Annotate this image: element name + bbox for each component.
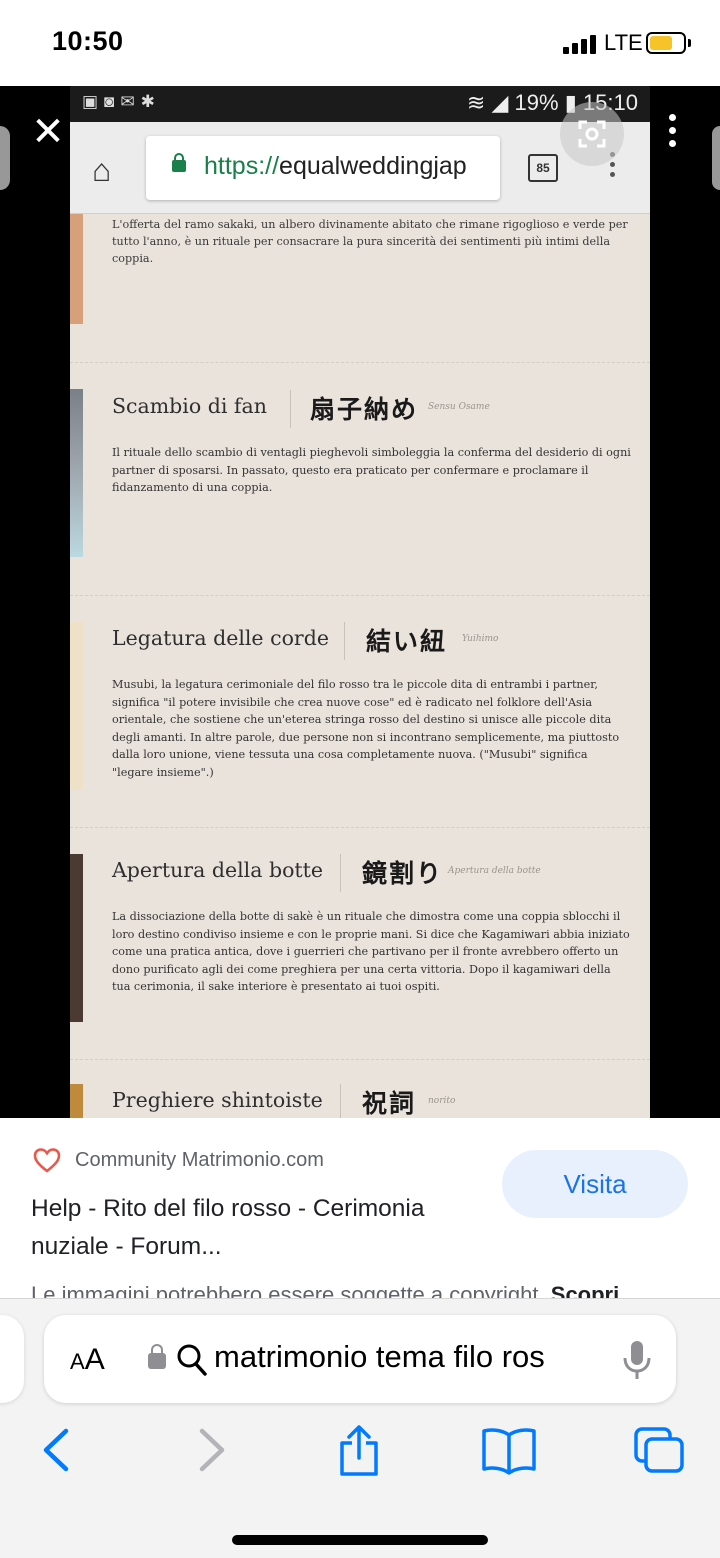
safari-toolbar: AA matrimonio tema filo ros [0,1298,720,1558]
result-card: Community Matrimonio.com Visita Help - R… [0,1118,720,1298]
notification-icons: ▣◙✉✱ [82,92,161,111]
ios-status-bar: 10:50 LTE [0,0,720,86]
section-romaji: Sensu Osame [428,402,490,412]
back-icon[interactable] [36,1425,76,1475]
image-viewer: ▣◙✉✱ ≋ ◢ 19% ▮ 15:10 ⌂ https://equalwedd… [0,86,720,1118]
share-icon[interactable] [336,1425,382,1477]
section-romaji: Apertura della botte [448,866,541,876]
section-kanji: 結い紐 [366,627,448,656]
learn-more-link[interactable]: Scopri [551,1282,619,1298]
heart-icon [33,1148,61,1173]
article-page: L'offerta del ramo sakaki, un albero div… [70,214,650,1118]
section-body: La dissociazione della botte di sakè è u… [112,910,630,993]
next-image-edge[interactable] [712,126,720,190]
microphone-icon[interactable] [622,1339,652,1381]
source-name[interactable]: Community Matrimonio.com [75,1149,324,1172]
section-romaji: Yuihimo [462,634,499,644]
url-bar: https://equalweddingjap [146,136,500,200]
network-type: LTE [604,30,643,55]
copyright-note: Le immagini potrebbero essere soggette a… [31,1278,720,1298]
section-cords: Legatura delle corde 結い紐 Yuihimo Musubi,… [112,622,632,781]
android-status-bar: ▣◙✉✱ ≋ ◢ 19% ▮ 15:10 [70,86,650,122]
side-photo [70,389,83,557]
home-icon: ⌂ [92,152,112,188]
section-kanji: 祝詞 [362,1089,417,1118]
lock-icon [148,1344,166,1369]
section-title: Apertura della botte [112,858,324,882]
previous-tab-peek[interactable] [0,1315,24,1403]
section-title: Legatura delle corde [112,626,329,650]
signal-icon: ◢ [491,90,509,115]
visit-button[interactable]: Visita [502,1150,688,1218]
section-title: Preghiere shintoiste [112,1088,323,1112]
side-photo [70,622,83,790]
wifi-icon: ≋ [466,90,486,115]
section-kanji: 鏡割り [362,859,444,888]
section-body: Musubi, la legatura cerimoniale del filo… [112,678,620,779]
section-prayers: Preghiere shintoiste 祝詞 norito [112,1084,632,1118]
more-options-icon[interactable] [664,114,680,154]
section-romaji: norito [428,1096,456,1106]
intro-text: L'offerta del ramo sakaki, un albero div… [112,218,628,265]
home-indicator[interactable] [232,1535,488,1545]
section-title: Scambio di fan [112,394,267,418]
section-body: Il rituale dello scambio di ventagli pie… [112,446,631,494]
result-title[interactable]: Help - Rito del filo rosso - Cerimonia n… [31,1190,471,1266]
cellular-signal-icon [563,34,599,54]
tabs-icon[interactable] [632,1425,686,1475]
bookmarks-icon[interactable] [480,1425,538,1475]
battery-icon [646,32,686,54]
android-battery: 19% [514,90,559,115]
lens-search-icon[interactable] [560,102,624,166]
section-fan: Scambio di fan 扇子納め Sensu Osame Il ritua… [112,390,632,497]
section-barrel: Apertura della botte 鏡割り Apertura della … [112,854,632,996]
address-bar[interactable]: AA matrimonio tema filo ros [44,1315,676,1403]
tab-count: 85 [528,154,558,182]
status-time: 10:50 [52,26,124,56]
section-kanji: 扇子納め [310,395,419,424]
url-text: https://equalweddingjap [204,152,467,180]
side-photo [70,214,83,324]
address-text[interactable]: matrimonio tema filo ros [214,1339,606,1375]
lock-icon [172,153,186,172]
reader-aa-button[interactable]: AA [70,1343,105,1377]
preview-image[interactable]: ▣◙✉✱ ≋ ◢ 19% ▮ 15:10 ⌂ https://equalwedd… [70,86,650,1118]
forward-icon[interactable] [192,1425,232,1475]
previous-image-edge[interactable] [0,126,10,190]
side-photo [70,1084,83,1118]
search-icon [177,1344,207,1376]
close-icon[interactable]: ✕ [30,112,66,152]
side-photo [70,854,83,1022]
